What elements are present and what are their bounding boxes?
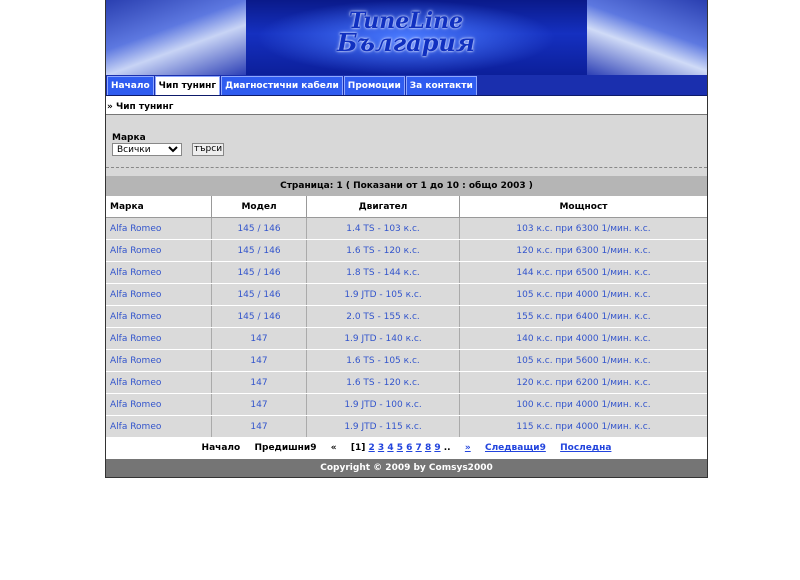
tab-diagnostic-cables[interactable]: Диагностични кабели — [221, 76, 343, 95]
cell-model[interactable]: 147 — [211, 393, 307, 416]
pager-page-8[interactable]: 8 — [425, 443, 431, 453]
cell-engine[interactable]: 1.8 TS - 144 к.с. — [306, 261, 460, 284]
pagination: Начало Предишни9 « [1] 2 3 4 5 6 7 8 9 .… — [106, 438, 707, 459]
pager-prev: Предишни9 — [254, 443, 317, 453]
col-header-model: Модел — [211, 196, 307, 218]
spacer — [106, 168, 707, 176]
cell-brand[interactable]: Alfa Romeo — [106, 371, 212, 394]
col-header-power: Мощност — [459, 196, 707, 218]
cell-power[interactable]: 120 к.с. при 6200 1/мин. к.с. — [459, 371, 707, 394]
table-row: Alfa Romeo 145 / 146 2.0 TS - 155 к.с. 155 … — [106, 305, 707, 328]
page-container: TuneLine България Начало Чип тунинг Диаг… — [105, 0, 708, 478]
pager-page-6[interactable]: 6 — [406, 443, 412, 453]
table-row: Alfa Romeo 147 1.9 JTD - 140 к.с. 140 к.с. … — [106, 327, 707, 350]
cell-model[interactable]: 145 / 146 — [211, 283, 307, 306]
pager-page-7[interactable]: 7 — [416, 443, 422, 453]
pager-first: Начало — [201, 443, 241, 453]
pager-page-2[interactable]: 2 — [369, 443, 375, 453]
cell-power[interactable]: 100 к.с. при 4000 1/мин. к.с. — [459, 393, 707, 416]
table-row: Alfa Romeo 147 1.9 JTD - 115 к.с. 115 к.с. … — [106, 415, 707, 438]
col-header-brand: Марка — [106, 196, 212, 218]
car-image-left — [106, 0, 246, 75]
car-image-right — [587, 0, 707, 75]
cell-brand[interactable]: Alfa Romeo — [106, 239, 212, 262]
main-nav: Начало Чип тунинг Диагностични кабели Пр… — [106, 75, 707, 96]
cell-power[interactable]: 103 к.с. при 6300 1/мин. к.с. — [459, 217, 707, 240]
cell-brand[interactable]: Alfa Romeo — [106, 283, 212, 306]
header-banner: TuneLine България — [106, 0, 707, 75]
table-row: Alfa Romeo 145 / 146 1.8 TS - 144 к.с. 144 … — [106, 261, 707, 284]
tab-home[interactable]: Начало — [107, 76, 154, 95]
pager-page-4[interactable]: 4 — [387, 443, 393, 453]
table-row: Alfa Romeo 145 / 146 1.9 JTD - 105 к.с. 105… — [106, 283, 707, 306]
table-row: Alfa Romeo 147 1.6 TS - 105 к.с. 105 к.с. п… — [106, 349, 707, 372]
table-row: Alfa Romeo 147 1.9 JTD - 100 к.с. 100 к.с. … — [106, 393, 707, 416]
cell-engine[interactable]: 1.9 JTD - 105 к.с. — [306, 283, 460, 306]
footer-copyright: Copyright © 2009 by Comsys2000 — [106, 459, 707, 477]
cell-power[interactable]: 140 к.с. при 4000 1/мин. к.с. — [459, 327, 707, 350]
cell-power[interactable]: 120 к.с. при 6300 1/мин. к.с. — [459, 239, 707, 262]
tab-contacts[interactable]: За контакти — [405, 76, 477, 95]
cell-model[interactable]: 145 / 146 — [211, 305, 307, 328]
cell-engine[interactable]: 1.6 TS - 120 к.с. — [306, 239, 460, 262]
cell-power[interactable]: 105 к.с. при 4000 1/мин. к.с. — [459, 283, 707, 306]
cell-power[interactable]: 105 к.с. при 5600 1/мин. к.с. — [459, 349, 707, 372]
cell-engine[interactable]: 1.6 TS - 120 к.с. — [306, 371, 460, 394]
pager-dots: .. — [443, 443, 451, 453]
tab-promotions[interactable]: Промоции — [343, 76, 405, 95]
cell-brand[interactable]: Alfa Romeo — [106, 327, 212, 350]
cell-engine[interactable]: 1.6 TS - 105 к.с. — [306, 349, 460, 372]
cell-brand[interactable]: Alfa Romeo — [106, 261, 212, 284]
cell-model[interactable]: 145 / 146 — [211, 239, 307, 262]
pager-back: « — [330, 443, 337, 453]
cell-engine[interactable]: 1.4 TS - 103 к.с. — [306, 217, 460, 240]
cell-model[interactable]: 147 — [211, 349, 307, 372]
logo-line2: България — [337, 28, 475, 57]
cell-power[interactable]: 115 к.с. при 4000 1/мин. к.с. — [459, 415, 707, 438]
table-row: Alfa Romeo 145 / 146 1.6 TS - 120 к.с. 120 … — [106, 239, 707, 262]
table-row: Alfa Romeo 147 1.6 TS - 120 к.с. 120 к.с. п… — [106, 371, 707, 394]
cell-brand[interactable]: Alfa Romeo — [106, 349, 212, 372]
pager-forward[interactable]: » — [465, 443, 471, 453]
cell-brand[interactable]: Alfa Romeo — [106, 217, 212, 240]
pager-page-5[interactable]: 5 — [397, 443, 403, 453]
cell-engine[interactable]: 1.9 JTD - 140 к.с. — [306, 327, 460, 350]
cell-brand[interactable]: Alfa Romeo — [106, 305, 212, 328]
tab-chip-tuning[interactable]: Чип тунинг — [154, 76, 221, 95]
table-body: Alfa Romeo 145 / 146 1.4 TS - 103 к.с. 103 … — [106, 217, 707, 438]
cell-model[interactable]: 147 — [211, 415, 307, 438]
pager-last[interactable]: Последна — [560, 443, 611, 453]
cell-power[interactable]: 155 к.с. при 6400 1/мин. к.с. — [459, 305, 707, 328]
cell-model[interactable]: 145 / 146 — [211, 217, 307, 240]
cell-engine[interactable]: 1.9 JTD - 100 к.с. — [306, 393, 460, 416]
cell-engine[interactable]: 2.0 TS - 155 к.с. — [306, 305, 460, 328]
table-row: Alfa Romeo 145 / 146 1.4 TS - 103 к.с. 103 … — [106, 217, 707, 240]
cell-model[interactable]: 147 — [211, 371, 307, 394]
pager-page-9[interactable]: 9 — [434, 443, 440, 453]
search-panel: Марка Всички търси — [106, 115, 707, 168]
search-button[interactable]: търси — [192, 143, 224, 156]
cell-model[interactable]: 147 — [211, 327, 307, 350]
breadcrumb: » Чип тунинг — [106, 96, 707, 115]
page-info: Страница: 1 ( Показани от 1 до 10 : общо… — [106, 176, 707, 196]
cell-brand[interactable]: Alfa Romeo — [106, 393, 212, 416]
cell-engine[interactable]: 1.9 JTD - 115 к.с. — [306, 415, 460, 438]
brand-label: Марка — [112, 133, 146, 143]
cell-power[interactable]: 144 к.с. при 6500 1/мин. к.с. — [459, 261, 707, 284]
col-header-engine: Двигател — [306, 196, 460, 218]
pager-current: [1] — [350, 443, 366, 453]
results-table: Марка Модел Двигател Мощност Alfa Romeo 1… — [106, 196, 707, 438]
cell-brand[interactable]: Alfa Romeo — [106, 415, 212, 438]
cell-model[interactable]: 145 / 146 — [211, 261, 307, 284]
site-logo[interactable]: TuneLine България — [306, 10, 506, 57]
brand-select[interactable]: Всички — [112, 143, 182, 156]
table-header-row: Марка Модел Двигател Мощност — [106, 196, 707, 218]
pager-next[interactable]: Следващи9 — [485, 443, 546, 453]
pager-page-3[interactable]: 3 — [378, 443, 384, 453]
